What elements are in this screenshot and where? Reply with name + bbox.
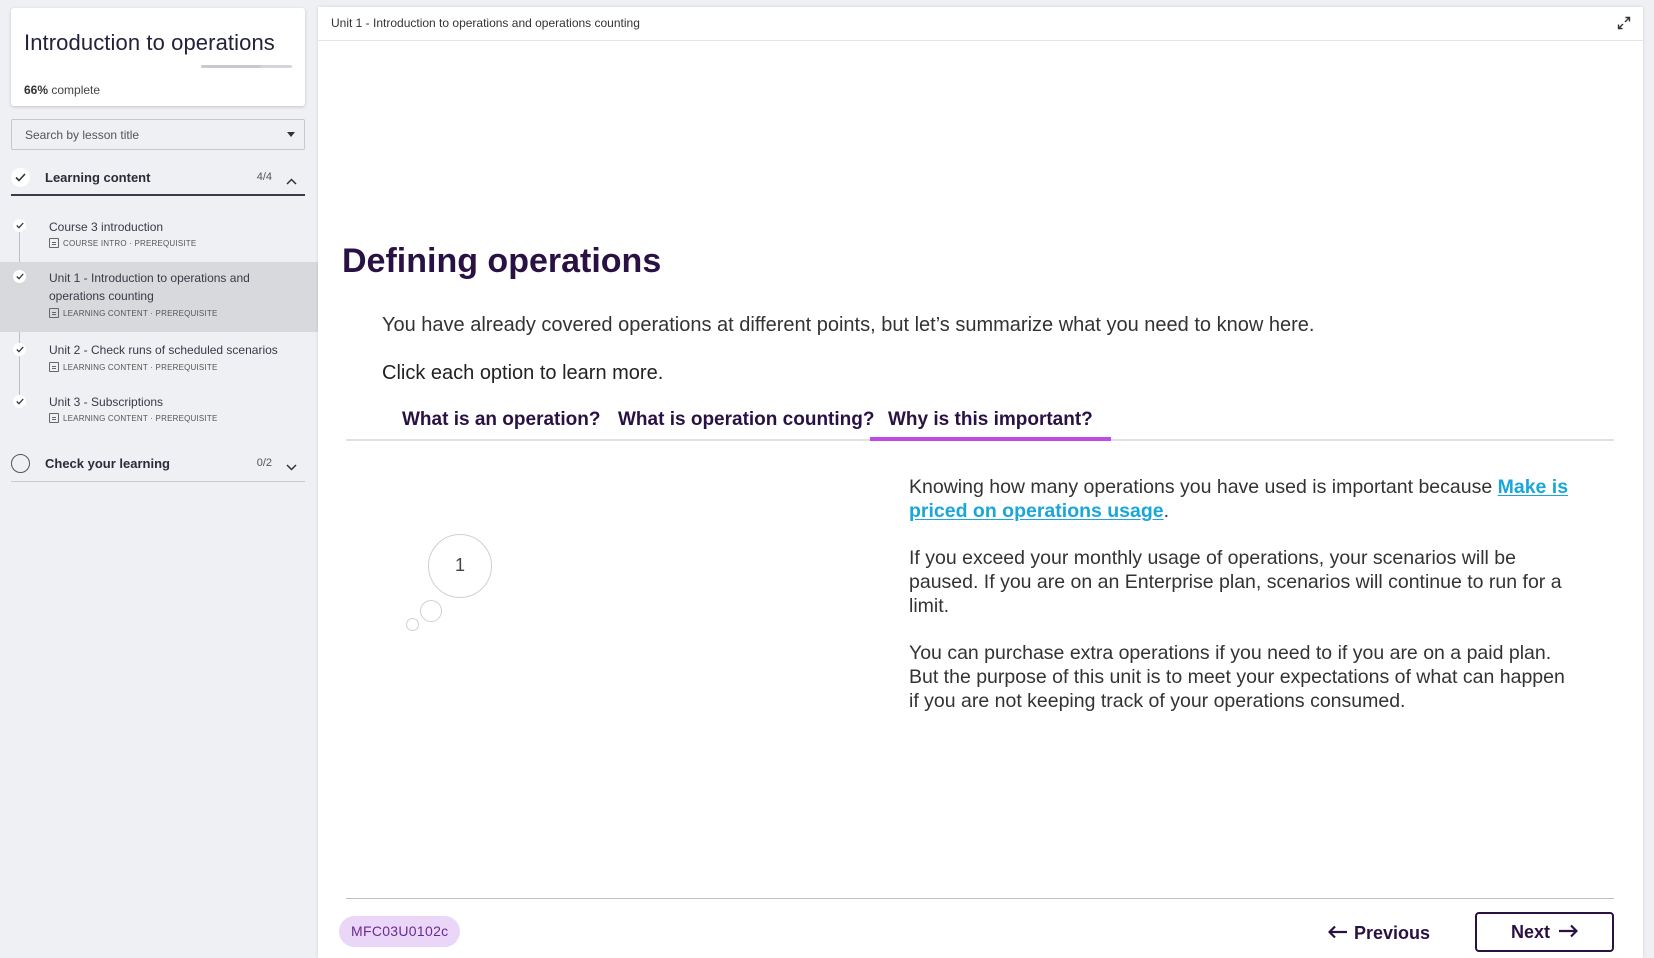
lesson-item-unit-1[interactable]: Unit 1 - Introduction to operations and …: [0, 262, 318, 332]
check-icon: [13, 270, 26, 283]
lesson-content-pane: Unit 1 - Introduction to operations and …: [318, 7, 1643, 958]
lesson-meta: LEARNING CONTENT · PREREQUISITE: [49, 308, 218, 318]
intro-text: You have already covered operations at d…: [382, 314, 1315, 336]
course-title: Introduction to operations: [24, 30, 275, 55]
lesson-code-badge: MFC03U0102c: [339, 916, 461, 947]
check-icon: [13, 343, 26, 356]
next-button[interactable]: Next: [1475, 912, 1614, 952]
chevron-down-icon: [286, 458, 297, 476]
course-progress-fill: [201, 65, 262, 68]
check-icon: [11, 168, 30, 187]
section-learning-content[interactable]: Learning content 4/4: [11, 160, 305, 196]
course-progress-text: 66% complete: [24, 83, 100, 97]
lesson-item-unit-2[interactable]: Unit 2 - Check runs of scheduled scenari…: [0, 336, 318, 384]
panel-paragraph: If you exceed your monthly usage of oper…: [909, 547, 1562, 617]
next-label: Next: [1510, 921, 1550, 942]
section-label: Check your learning: [45, 456, 170, 471]
document-icon: [49, 238, 59, 248]
tab-panel-content: Knowing how many operations you have use…: [909, 475, 1569, 736]
incomplete-circle-icon: [11, 454, 30, 473]
footer-divider: [346, 898, 1614, 899]
panel-paragraph: You can purchase extra operations if you…: [909, 642, 1565, 712]
check-icon: [13, 219, 26, 232]
lesson-search-placeholder: Search by lesson title: [25, 128, 140, 142]
lesson-item-course-intro[interactable]: Course 3 introduction COURSE INTRO · PRE…: [0, 212, 318, 260]
progress-percent: 66%: [24, 83, 49, 97]
progress-suffix: complete: [51, 83, 101, 97]
thought-bubble-dot: [406, 618, 419, 631]
arrow-left-icon: [1327, 923, 1348, 944]
section-check-your-learning[interactable]: Check your learning 0/2: [11, 446, 305, 482]
panel-text: Knowing how many operations you have use…: [909, 476, 1498, 498]
lesson-search-select[interactable]: Search by lesson title: [11, 119, 305, 150]
step-number-bubble: 1: [428, 534, 492, 598]
lesson-meta-text: LEARNING CONTENT · PREREQUISITE: [63, 413, 218, 423]
lesson-title: Unit 2 - Check runs of scheduled scenari…: [49, 343, 278, 357]
course-sidebar: Introduction to operations 66% complete …: [0, 0, 318, 958]
tab-what-is-an-operation[interactable]: What is an operation?: [402, 403, 600, 441]
previous-button[interactable]: Previous: [1327, 917, 1431, 949]
lesson-meta: LEARNING CONTENT · PREREQUISITE: [49, 413, 218, 423]
lesson-meta: COURSE INTRO · PREREQUISITE: [49, 238, 196, 248]
section-label: Learning content: [45, 170, 151, 185]
expand-icon[interactable]: [1617, 16, 1631, 35]
panel-text: .: [1163, 500, 1170, 522]
previous-label: Previous: [1354, 922, 1431, 943]
info-tabs: What is an operation? What is operation …: [346, 403, 1614, 441]
course-progress-card: Introduction to operations 66% complete: [11, 8, 305, 106]
panel-paragraph: Knowing how many operations you have use…: [909, 475, 1569, 523]
course-progress-bar: [201, 65, 292, 68]
instruction-text: Click each option to learn more.: [382, 362, 664, 384]
section-count: 0/2: [256, 457, 272, 469]
caret-down-icon: [287, 132, 295, 137]
lesson-meta-text: LEARNING CONTENT · PREREQUISITE: [63, 308, 218, 318]
chevron-up-icon: [286, 172, 297, 190]
lesson-meta: LEARNING CONTENT · PREREQUISITE: [49, 362, 218, 372]
thought-bubble-dot: [420, 600, 442, 622]
tab-why-is-this-important[interactable]: Why is this important?: [870, 403, 1111, 441]
document-icon: [49, 308, 59, 318]
lesson-title: Course 3 introduction: [49, 220, 164, 234]
document-icon: [49, 362, 59, 372]
arrow-right-icon: [1558, 922, 1579, 943]
lesson-title: Unit 3 - Subscriptions: [49, 395, 164, 409]
lesson-item-unit-3[interactable]: Unit 3 - Subscriptions LEARNING CONTENT …: [0, 388, 318, 436]
lesson-meta-text: LEARNING CONTENT · PREREQUISITE: [63, 362, 218, 372]
lesson-topbar: Unit 1 - Introduction to operations and …: [318, 7, 1643, 41]
document-icon: [49, 413, 59, 423]
lesson-title: Unit 1 - Introduction to operations and …: [49, 271, 250, 303]
check-icon: [13, 395, 26, 408]
lesson-breadcrumb: Unit 1 - Introduction to operations and …: [331, 16, 640, 30]
lesson-meta-text: COURSE INTRO · PREREQUISITE: [63, 238, 197, 248]
section-count: 4/4: [256, 171, 272, 183]
tab-what-is-operation-counting[interactable]: What is operation counting?: [618, 403, 874, 441]
page-title: Defining operations: [342, 242, 662, 280]
